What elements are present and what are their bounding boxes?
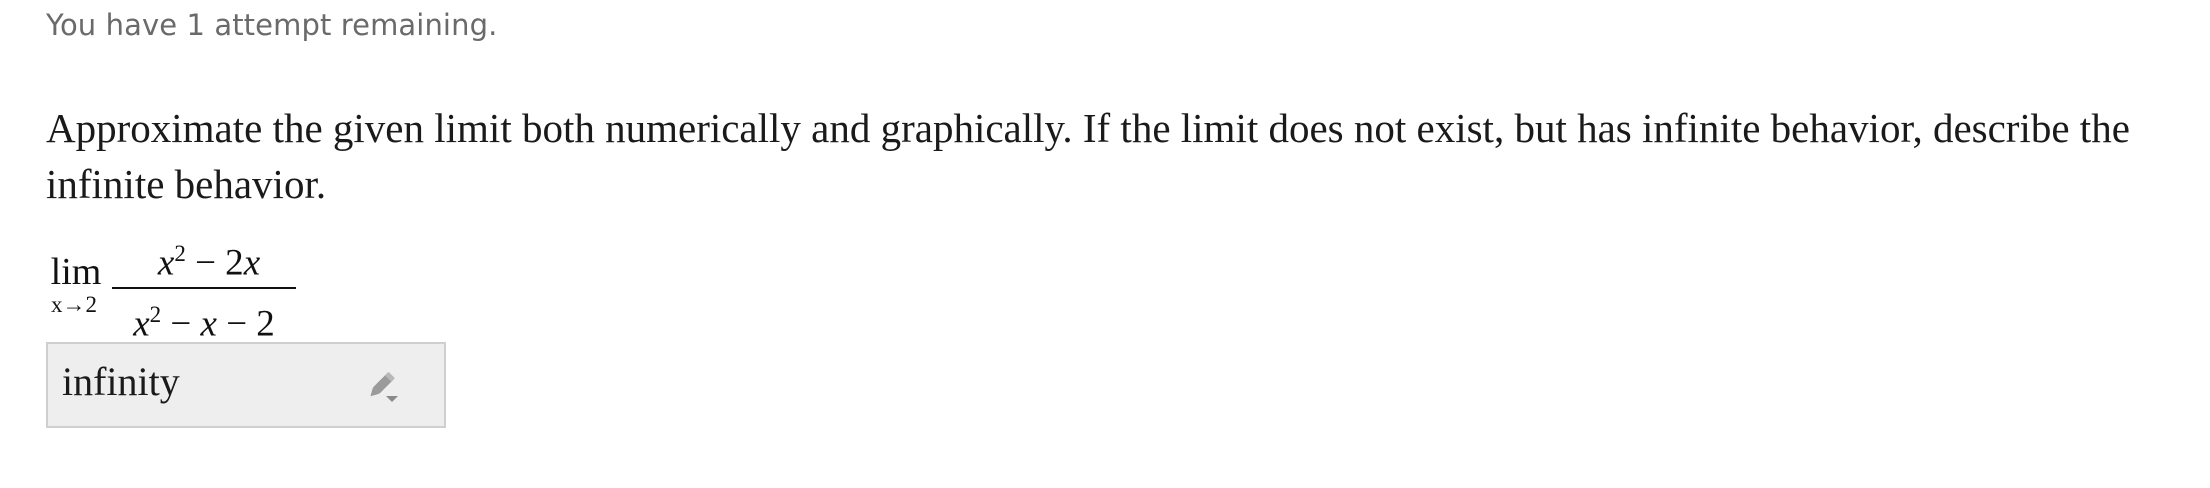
answer-field[interactable]: infinity [46, 342, 446, 428]
pencil-dropdown-icon[interactable] [362, 368, 402, 408]
limit-subscript: x→2 [51, 292, 97, 317]
fraction-denominator: x2 − x − 2 [133, 302, 275, 345]
limit-fraction: x2 − 2x x2 − x − 2 [112, 232, 296, 347]
attempts-remaining: You have 1 attempt remaining. [46, 8, 498, 42]
fraction-bar [112, 287, 296, 290]
limit-operator: lim x→2 [46, 252, 106, 318]
limit-word: lim [50, 251, 102, 293]
answer-value: infinity [62, 359, 180, 404]
fraction-numerator: x2 − 2x [157, 241, 261, 284]
question-prompt: Approximate the given limit both numeric… [46, 105, 2130, 207]
